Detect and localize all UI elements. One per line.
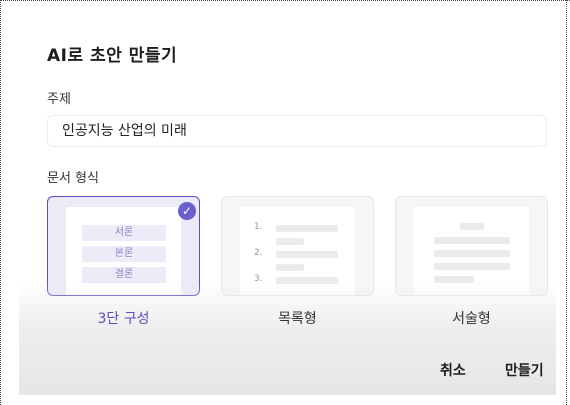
checkmark-icon: ✓: [178, 202, 196, 220]
format-label-narrative: 서술형: [452, 311, 491, 327]
preview-line: [434, 263, 510, 270]
preview-number-2: 2.: [254, 248, 263, 258]
preview-line: [460, 223, 484, 230]
frame-border-left: [0, 0, 1, 405]
preview-line: [276, 225, 338, 232]
ai-draft-dialog: AI로 초안 만들기 주제 인공지능 산업의 미래 문서 형식 서론 본론 결론…: [19, 14, 556, 395]
format-label-three-part: 3단 구성: [97, 311, 150, 327]
format-label: 문서 형식: [47, 171, 99, 186]
preview-line: [276, 277, 338, 284]
frame-border-top: [0, 0, 570, 1]
preview-line: [434, 250, 510, 257]
preview-item-body: 본론: [82, 246, 166, 262]
format-label-list: 목록형: [278, 311, 317, 327]
cancel-button[interactable]: 취소: [440, 360, 466, 380]
preview-line: [276, 238, 304, 245]
preview-number-1: 1.: [254, 222, 263, 232]
preview-line: [276, 264, 304, 271]
dialog-title: AI로 초안 만들기: [47, 46, 178, 66]
create-button[interactable]: 만들기: [505, 360, 544, 380]
preview-item-intro: 서론: [82, 225, 166, 241]
topic-label: 주제: [47, 92, 71, 107]
preview-sheet: 서론 본론 결론: [66, 207, 181, 295]
frame-border-right: [566, 0, 567, 405]
format-card-three-part[interactable]: 서론 본론 결론 ✓: [47, 196, 200, 296]
bottom-fade-overlay: [19, 282, 556, 395]
topic-input[interactable]: 인공지능 산업의 미래: [47, 115, 547, 147]
preview-sheet: 1. 2. 3.: [240, 207, 355, 295]
preview-number-3: 3.: [254, 274, 263, 284]
format-card-narrative[interactable]: [395, 196, 548, 296]
preview-line: [434, 237, 510, 244]
preview-line: [434, 276, 474, 283]
format-card-list[interactable]: 1. 2. 3.: [221, 196, 374, 296]
preview-sheet: [414, 207, 529, 295]
preview-item-conclusion: 결론: [82, 267, 166, 283]
preview-line: [276, 251, 338, 258]
